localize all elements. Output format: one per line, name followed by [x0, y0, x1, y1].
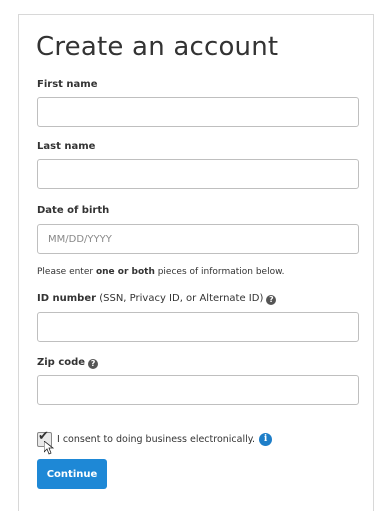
- page-title: Create an account: [36, 32, 279, 62]
- info-icon[interactable]: i: [259, 432, 273, 446]
- zip-code-field[interactable]: [37, 375, 359, 405]
- help-icon[interactable]: ?: [88, 359, 99, 369]
- continue-button[interactable]: Continue: [37, 459, 107, 489]
- first-name-field[interactable]: [37, 97, 359, 127]
- dob-field[interactable]: [37, 224, 359, 254]
- last-name-label: Last name: [37, 141, 96, 152]
- consent-checkbox[interactable]: ✔: [37, 429, 54, 455]
- id-number-hint: (SSN, Privacy ID, or Alternate ID): [96, 293, 264, 304]
- first-name-label: First name: [37, 79, 98, 90]
- note-suffix: pieces of information below.: [154, 267, 285, 277]
- id-number-label-text: ID number: [37, 293, 97, 304]
- dob-label: Date of birth: [37, 205, 110, 216]
- note-emphasis: one or both: [95, 267, 155, 277]
- zip-code-label: Zip code?: [37, 357, 99, 369]
- consent-row: ✔ I consent to doing business electronic…: [37, 429, 273, 455]
- id-number-label: ID number (SSN, Privacy ID, or Alternate…: [37, 293, 277, 305]
- create-account-card: Create an account First name Last name D…: [18, 14, 374, 511]
- help-icon[interactable]: ?: [266, 295, 277, 305]
- consent-label[interactable]: I consent to doing business electronical…: [57, 434, 255, 445]
- instruction-note: Please enter one or both pieces of infor…: [37, 267, 285, 277]
- mouse-cursor-icon: [44, 440, 54, 455]
- zip-code-label-text: Zip code: [37, 357, 86, 368]
- last-name-field[interactable]: [37, 159, 359, 189]
- id-number-field[interactable]: [37, 312, 359, 342]
- note-prefix: Please enter: [37, 267, 96, 277]
